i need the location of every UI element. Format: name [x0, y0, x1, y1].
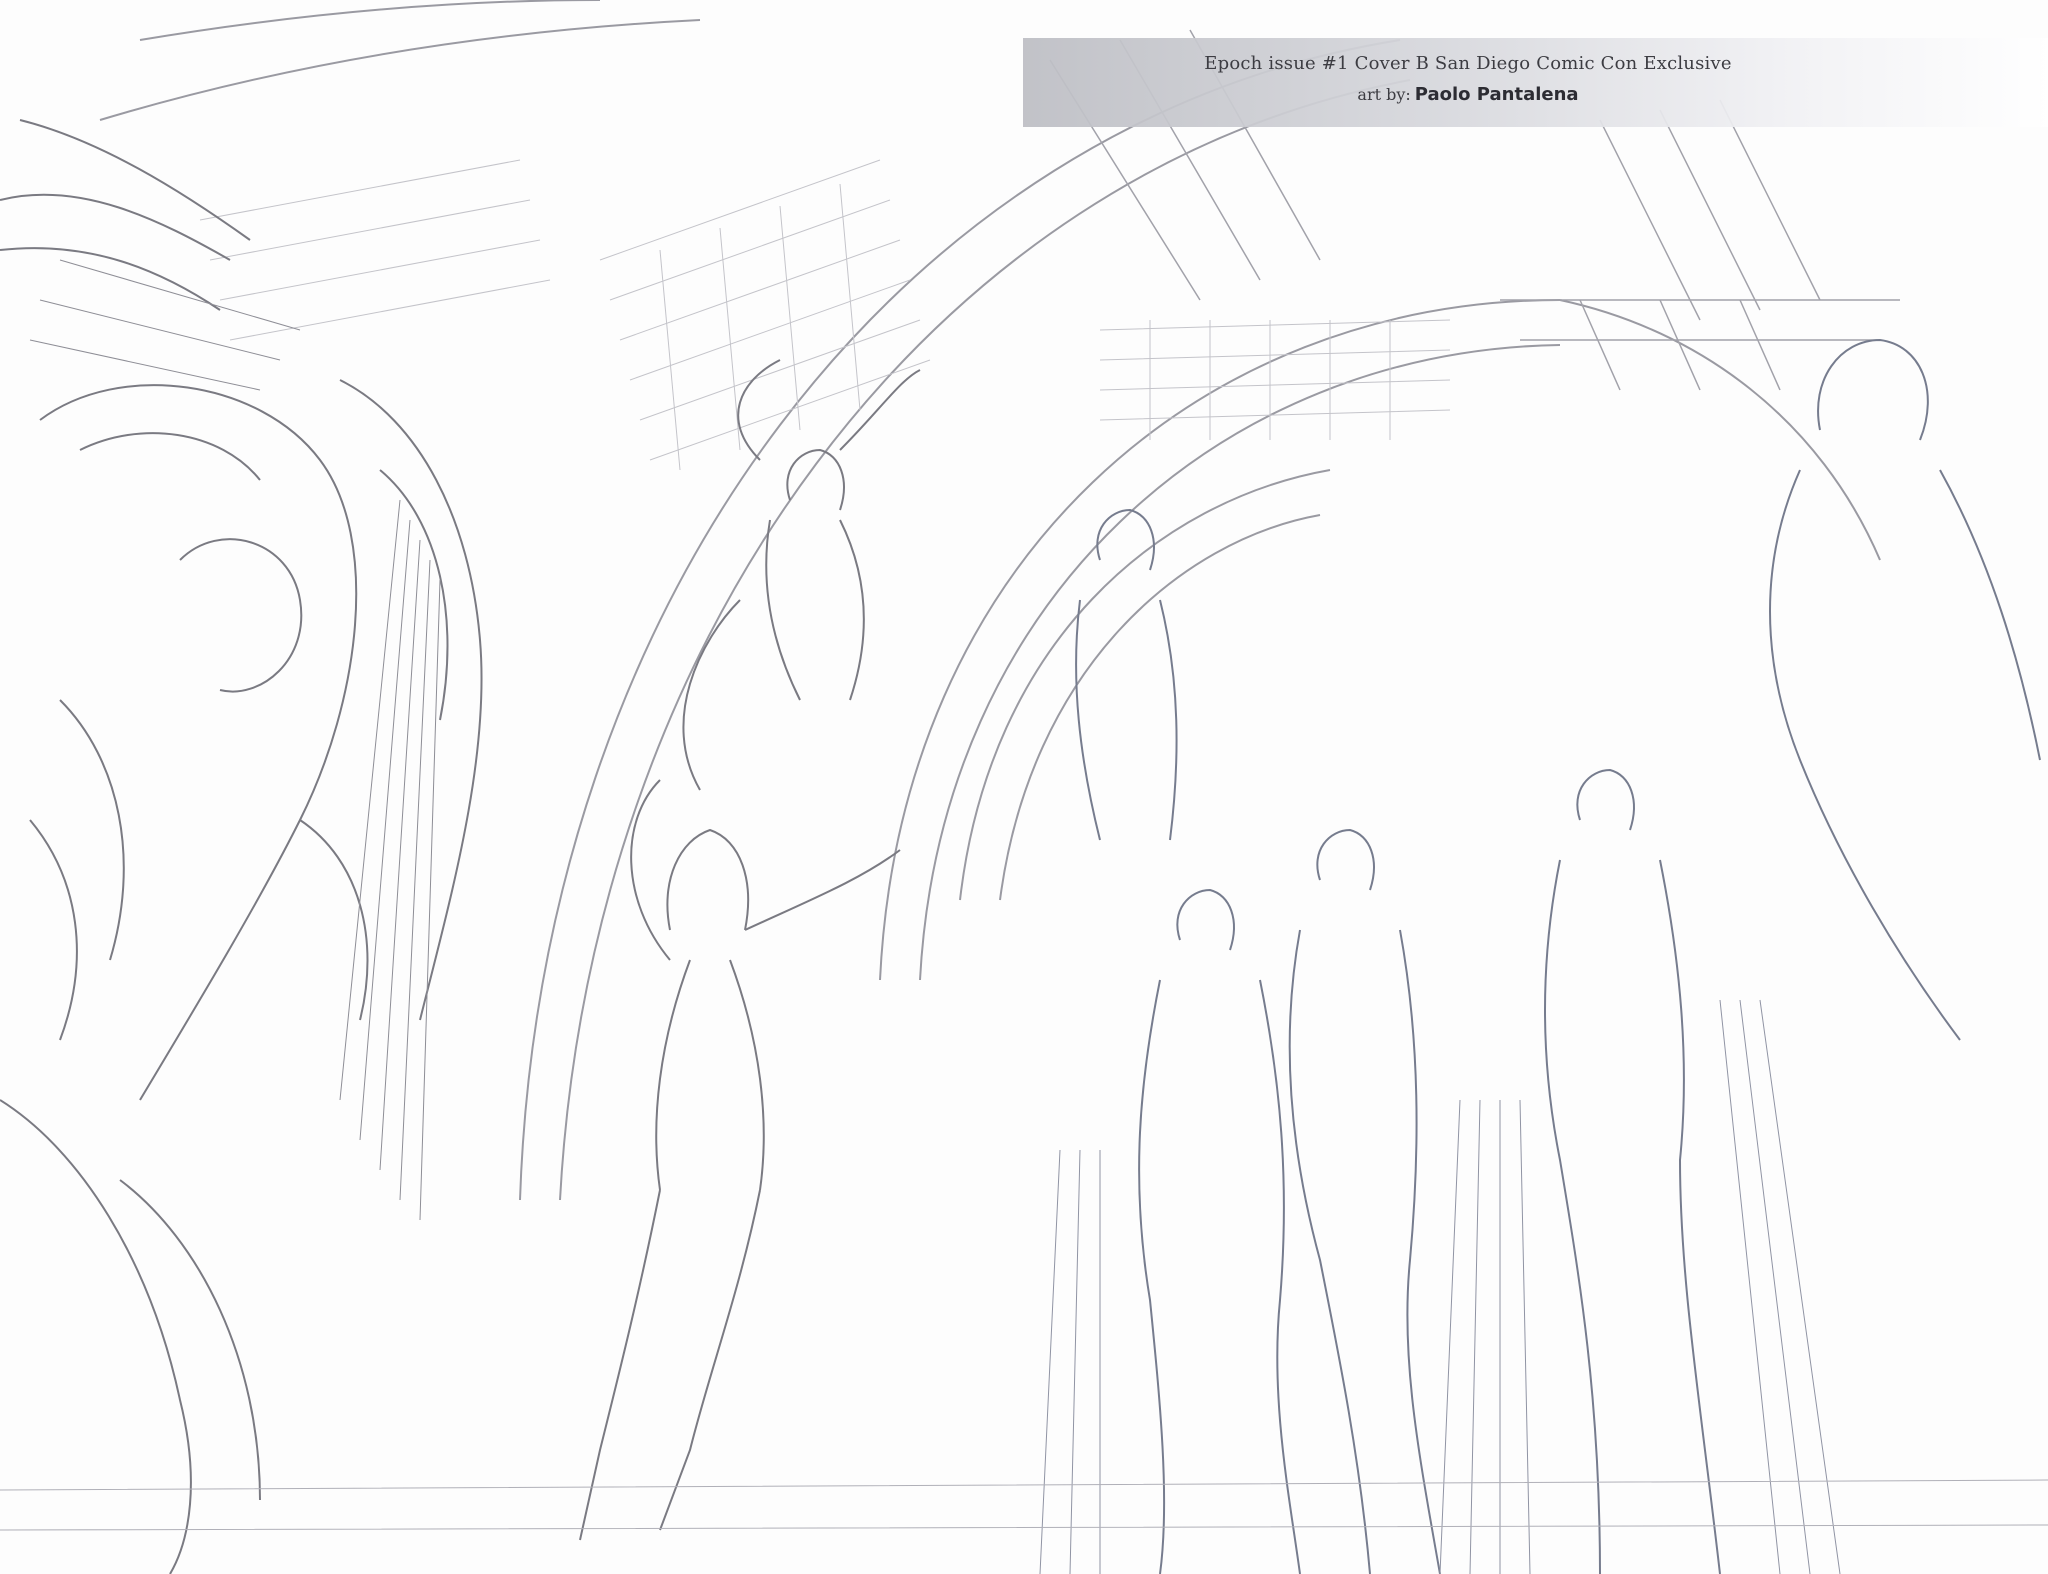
- pencil-sketch-illustration: [0, 0, 2048, 1574]
- artist-credit: art by: Paolo Pantalena: [1023, 84, 1913, 105]
- cover-title: Epoch issue #1 Cover B San Diego Comic C…: [1204, 53, 1732, 74]
- credit-prefix: art by:: [1357, 85, 1411, 104]
- cover-artwork: Epoch issue #1 Cover B San Diego Comic C…: [0, 0, 2048, 1574]
- caption-banner: [1023, 38, 2048, 127]
- artist-name: Paolo Pantalena: [1414, 84, 1579, 105]
